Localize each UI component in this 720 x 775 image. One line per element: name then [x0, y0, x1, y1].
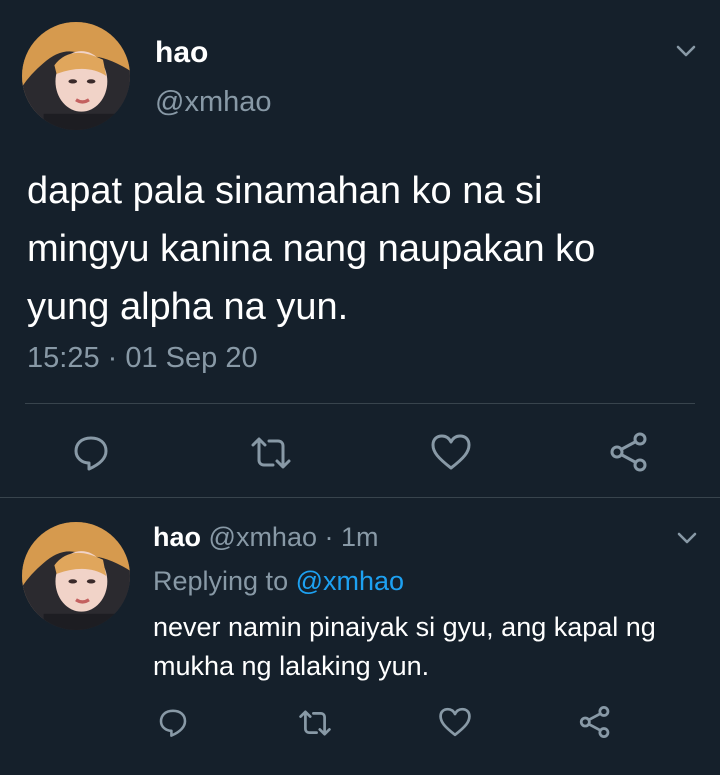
- main-author-avatar[interactable]: [22, 22, 130, 130]
- reply-age[interactable]: 1m: [341, 522, 379, 552]
- chevron-down-icon[interactable]: [674, 528, 700, 548]
- replying-to-mention[interactable]: @xmhao: [296, 566, 404, 596]
- reply-tweet-text: never namin pinaiyak si gyu, ang kapal n…: [153, 612, 656, 681]
- chevron-down-icon[interactable]: [672, 40, 700, 62]
- retweet-icon[interactable]: [297, 707, 333, 739]
- avatar-image: [22, 522, 130, 630]
- reply-author-name[interactable]: hao: [153, 522, 201, 552]
- share-icon[interactable]: [608, 431, 650, 473]
- main-tweet-text: dapat pala sinamahan ko na si mingyu kan…: [27, 170, 596, 328]
- reply-icon[interactable]: [71, 432, 111, 472]
- avatar-image: [22, 22, 130, 130]
- reply-author-avatar[interactable]: [22, 522, 130, 630]
- divider: [25, 403, 695, 404]
- reply-header: hao @xmhao · 1m: [153, 520, 379, 554]
- replying-label: Replying to: [153, 566, 289, 596]
- divider: [0, 497, 720, 498]
- reply-icon[interactable]: [157, 706, 189, 738]
- replying-to-line: Replying to @xmhao: [153, 564, 404, 598]
- reply-author-handle[interactable]: @xmhao: [209, 522, 317, 552]
- heart-icon[interactable]: [438, 706, 472, 738]
- heart-icon[interactable]: [430, 432, 472, 472]
- meta-separator: ·: [324, 522, 334, 552]
- main-author-handle[interactable]: @xmhao: [155, 86, 271, 119]
- share-icon[interactable]: [578, 705, 612, 739]
- main-tweet-timestamp[interactable]: 15:25 · 01 Sep 20: [27, 342, 258, 375]
- retweet-icon[interactable]: [249, 433, 293, 473]
- main-author-name[interactable]: hao: [155, 36, 208, 70]
